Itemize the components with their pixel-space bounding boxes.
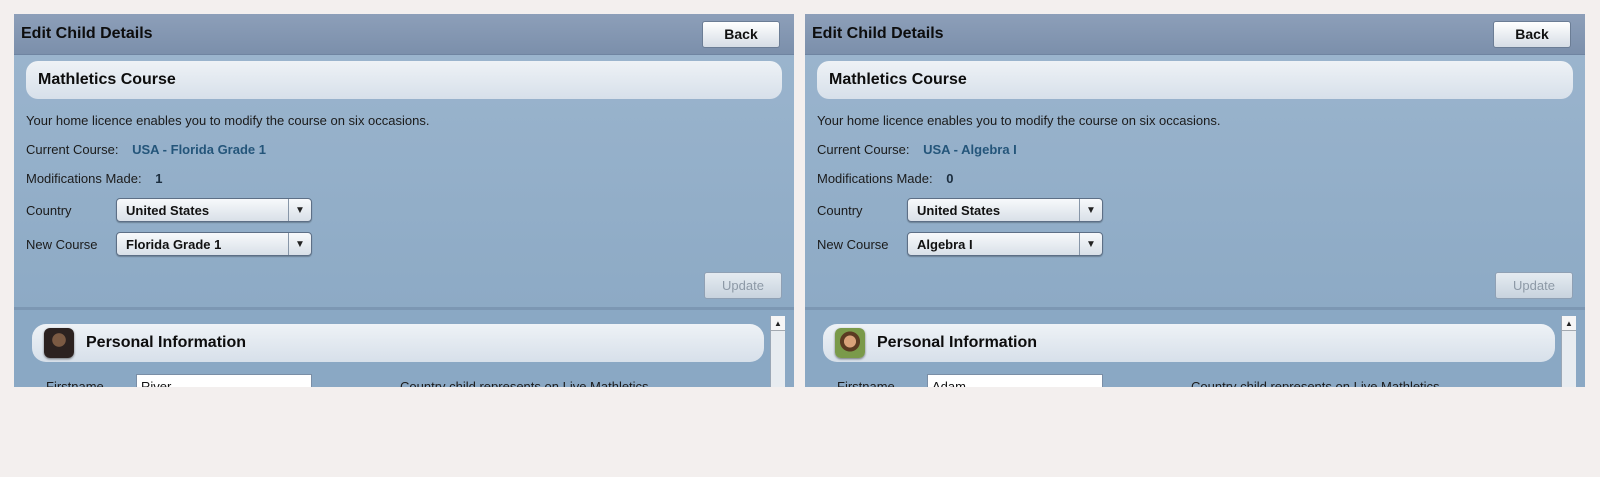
personal-section: Personal Information Firstname Country c… xyxy=(805,307,1585,387)
avatar-icon xyxy=(44,328,74,358)
firstname-row: Firstname Country child represents on Li… xyxy=(823,374,1555,387)
titlebar: Edit Child Details Back xyxy=(14,14,794,55)
modifications-row: Modifications Made: 0 xyxy=(817,171,1573,189)
back-button[interactable]: Back xyxy=(1493,20,1571,48)
country-select-value: United States xyxy=(917,202,1001,218)
edit-child-panel-right: Edit Child Details Back Mathletics Cours… xyxy=(805,14,1585,387)
scrollbar[interactable]: ▲ xyxy=(770,316,785,387)
country-select[interactable]: United States ▼ xyxy=(116,198,312,222)
page-title: Edit Child Details xyxy=(812,25,944,42)
personal-header-text: Personal Information xyxy=(86,334,247,351)
new-course-row: New Course Algebra I ▼ xyxy=(817,231,1573,257)
country-help-text: Country child represents on Live Mathlet… xyxy=(400,378,653,388)
licence-text: Your home licence enables you to modify … xyxy=(26,113,430,128)
course-section: Mathletics Course Your home licence enab… xyxy=(805,55,1585,307)
scroll-up-arrow-icon[interactable]: ▲ xyxy=(1562,316,1576,331)
country-row: Country United States ▼ xyxy=(817,197,1573,223)
course-section-header: Mathletics Course xyxy=(817,61,1573,99)
chevron-down-icon[interactable]: ▼ xyxy=(1079,199,1102,221)
edit-child-panel-left: Edit Child Details Back Mathletics Cours… xyxy=(14,14,794,387)
current-course-value: USA - Florida Grade 1 xyxy=(132,142,266,157)
new-course-select-value: Algebra I xyxy=(917,236,973,252)
scrollbar[interactable]: ▲ xyxy=(1561,316,1576,387)
country-label: Country xyxy=(817,202,863,218)
back-button[interactable]: Back xyxy=(702,20,780,48)
firstname-input[interactable] xyxy=(136,374,312,387)
chevron-down-icon[interactable]: ▼ xyxy=(1079,233,1102,255)
modifications-label: Modifications Made: xyxy=(817,171,933,186)
new-course-label: New Course xyxy=(26,236,98,252)
new-course-select[interactable]: Algebra I ▼ xyxy=(907,232,1103,256)
titlebar: Edit Child Details Back xyxy=(805,14,1585,55)
country-select[interactable]: United States ▼ xyxy=(907,198,1103,222)
new-course-row: New Course Florida Grade 1 ▼ xyxy=(26,231,782,257)
new-course-select-value: Florida Grade 1 xyxy=(126,236,222,252)
personal-section: Personal Information Firstname Country c… xyxy=(14,307,794,387)
modifications-row: Modifications Made: 1 xyxy=(26,171,782,189)
course-section: Mathletics Course Your home licence enab… xyxy=(14,55,794,307)
update-button[interactable]: Update xyxy=(1495,272,1573,299)
country-label: Country xyxy=(26,202,72,218)
firstname-label: Firstname xyxy=(46,378,104,388)
firstname-input[interactable] xyxy=(927,374,1103,387)
country-row: Country United States ▼ xyxy=(26,197,782,223)
firstname-row: Firstname Country child represents on Li… xyxy=(32,374,764,387)
firstname-label: Firstname xyxy=(837,378,895,388)
current-course-value: USA - Algebra I xyxy=(923,142,1017,157)
modifications-value: 1 xyxy=(155,171,163,186)
new-course-label: New Course xyxy=(817,236,889,252)
course-section-header: Mathletics Course xyxy=(26,61,782,99)
page-title: Edit Child Details xyxy=(21,25,153,42)
personal-header-text: Personal Information xyxy=(877,334,1038,351)
chevron-down-icon[interactable]: ▼ xyxy=(288,199,311,221)
modifications-label: Modifications Made: xyxy=(26,171,142,186)
avatar-icon xyxy=(835,328,865,358)
new-course-select[interactable]: Florida Grade 1 ▼ xyxy=(116,232,312,256)
personal-section-header: Personal Information xyxy=(823,324,1555,362)
country-select-value: United States xyxy=(126,202,210,218)
personal-section-header: Personal Information xyxy=(32,324,764,362)
scroll-up-arrow-icon[interactable]: ▲ xyxy=(771,316,785,331)
chevron-down-icon[interactable]: ▼ xyxy=(288,233,311,255)
modifications-value: 0 xyxy=(946,171,954,186)
current-course-label: Current Course: xyxy=(26,142,119,157)
current-course-label: Current Course: xyxy=(817,142,910,157)
country-help-text: Country child represents on Live Mathlet… xyxy=(1191,378,1444,388)
current-course-row: Current Course: USA - Algebra I xyxy=(817,142,1573,160)
current-course-row: Current Course: USA - Florida Grade 1 xyxy=(26,142,782,160)
licence-text: Your home licence enables you to modify … xyxy=(817,113,1221,128)
update-button[interactable]: Update xyxy=(704,272,782,299)
